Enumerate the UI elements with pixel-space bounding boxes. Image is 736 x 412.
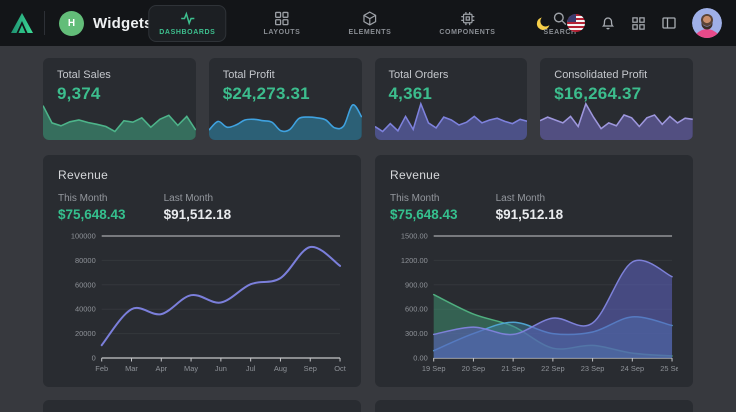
svg-text:Mar: Mar [125, 364, 138, 373]
svg-text:23 Sep: 23 Sep [581, 364, 605, 373]
apps-grid-icon [631, 16, 646, 31]
nav-item-layouts[interactable]: LAYOUTS [252, 5, 311, 42]
metric-last-month: Last Month $91,512.18 [164, 193, 232, 222]
revenue-area-chart[interactable]: 0.00 300.00 600.00 900.00 1200.00 1500.00 19 S… [390, 228, 678, 378]
svg-text:Sep: Sep [304, 364, 317, 373]
stat-card-total-profit: Total Profit $24,273.31 [209, 58, 362, 140]
metric-label: Last Month [164, 193, 232, 204]
notifications-button[interactable] [600, 15, 616, 31]
svg-text:19 Sep: 19 Sep [422, 364, 446, 373]
metric-value: $91,512.18 [496, 207, 564, 222]
stat-label: Total Orders [375, 58, 528, 81]
sales-sparkline-chart[interactable] [43, 98, 196, 140]
svg-text:25 Sep: 25 Sep [660, 364, 678, 373]
revenue-row: Revenue This Month $75,648.43 Last Month… [43, 155, 693, 387]
triangle-logo-icon [10, 12, 34, 34]
stat-label: Consolidated Profit [540, 58, 693, 81]
svg-text:May: May [184, 364, 198, 373]
svg-text:1200.00: 1200.00 [401, 256, 428, 265]
stat-card-total-orders: Total Orders 4,361 [375, 58, 528, 140]
svg-text:300.00: 300.00 [405, 329, 428, 338]
nav-item-elements[interactable]: ELEMENTS [337, 5, 402, 42]
top-navbar: H Widgets Stats DASHBOARDS LAYOUTS ELEME… [0, 0, 736, 46]
bell-icon [600, 15, 616, 31]
svg-text:22 Sep: 22 Sep [541, 364, 565, 373]
svg-text:20000: 20000 [75, 329, 96, 338]
card-partial [375, 400, 693, 412]
metric-last-month: Last Month $91,512.18 [496, 193, 564, 222]
metric-this-month: This Month $75,648.43 [390, 193, 458, 222]
svg-text:Apr: Apr [155, 364, 167, 373]
box-icon [362, 11, 377, 26]
nav-item-label: COMPONENTS [439, 29, 495, 36]
metric-label: This Month [390, 193, 458, 204]
avatar-image [692, 8, 722, 38]
apps-menu-button[interactable] [631, 16, 646, 31]
metric-label: Last Month [496, 193, 564, 204]
svg-text:1500.00: 1500.00 [401, 231, 428, 240]
main-nav: DASHBOARDS LAYOUTS ELEMENTS COMPONENTS [148, 0, 587, 46]
revenue-card-monthly: Revenue This Month $75,648.43 Last Month… [43, 155, 361, 387]
app-logo[interactable] [0, 12, 44, 34]
sidebar-toggle-button[interactable] [661, 15, 677, 31]
stats-row: Total Sales 9,374 Total Profit $24,273.3… [43, 58, 693, 140]
svg-text:Oct: Oct [334, 364, 346, 373]
metric-value: $75,648.43 [58, 207, 126, 222]
svg-text:Aug: Aug [274, 364, 287, 373]
stat-card-total-sales: Total Sales 9,374 [43, 58, 196, 140]
card-title: Revenue [390, 168, 678, 182]
language-selector[interactable] [567, 14, 585, 32]
svg-text:80000: 80000 [75, 256, 96, 265]
brand-badge: H [59, 11, 84, 36]
nav-item-components[interactable]: COMPONENTS [428, 5, 506, 42]
stat-label: Total Sales [43, 58, 196, 81]
search-icon [553, 11, 568, 26]
revenue-card-daily: Revenue This Month $75,648.43 Last Month… [375, 155, 693, 387]
svg-text:Jul: Jul [246, 364, 256, 373]
stat-card-consolidated-profit: Consolidated Profit $16,264.37 [540, 58, 693, 140]
svg-text:600.00: 600.00 [405, 305, 428, 314]
panel-layout-icon [661, 15, 677, 31]
consolidated-sparkline-chart[interactable] [540, 98, 693, 140]
activity-icon [180, 11, 195, 26]
revenue-line-chart[interactable]: 0 20000 40000 60000 80000 100000 Feb Mar Apr May J… [58, 228, 346, 378]
svg-text:20 Sep: 20 Sep [462, 364, 486, 373]
svg-text:60000: 60000 [75, 280, 96, 289]
nav-item-label: ELEMENTS [348, 29, 391, 36]
profit-sparkline-chart[interactable] [209, 98, 362, 140]
metric-label: This Month [58, 193, 126, 204]
metric-this-month: This Month $75,648.43 [58, 193, 126, 222]
stat-label: Total Profit [209, 58, 362, 81]
metric-value: $75,648.43 [390, 207, 458, 222]
layout-grid-icon [274, 11, 289, 26]
us-flag-icon [567, 14, 585, 32]
svg-text:40000: 40000 [75, 305, 96, 314]
nav-item-label: LAYOUTS [263, 29, 300, 36]
svg-text:Feb: Feb [95, 364, 108, 373]
svg-text:21 Sep: 21 Sep [501, 364, 525, 373]
revenue-metrics: This Month $75,648.43 Last Month $91,512… [58, 193, 346, 222]
card-title: Revenue [58, 168, 346, 182]
svg-text:24 Sep: 24 Sep [621, 364, 645, 373]
revenue-metrics: This Month $75,648.43 Last Month $91,512… [390, 193, 678, 222]
svg-text:0: 0 [92, 353, 96, 362]
cpu-icon [460, 11, 475, 26]
navbar-divider [44, 11, 45, 35]
metric-value: $91,512.18 [164, 207, 232, 222]
user-avatar[interactable] [692, 8, 722, 38]
svg-text:Jun: Jun [215, 364, 227, 373]
orders-sparkline-chart[interactable] [375, 98, 528, 140]
svg-text:100000: 100000 [71, 231, 96, 240]
card-partial [43, 400, 361, 412]
svg-text:0.00: 0.00 [413, 353, 427, 362]
main-content: Total Sales 9,374 Total Profit $24,273.3… [0, 46, 736, 412]
nav-item-dashboards[interactable]: DASHBOARDS [148, 5, 226, 42]
nav-item-label: DASHBOARDS [159, 29, 215, 36]
next-cards-row [43, 400, 693, 412]
svg-text:900.00: 900.00 [405, 280, 428, 289]
